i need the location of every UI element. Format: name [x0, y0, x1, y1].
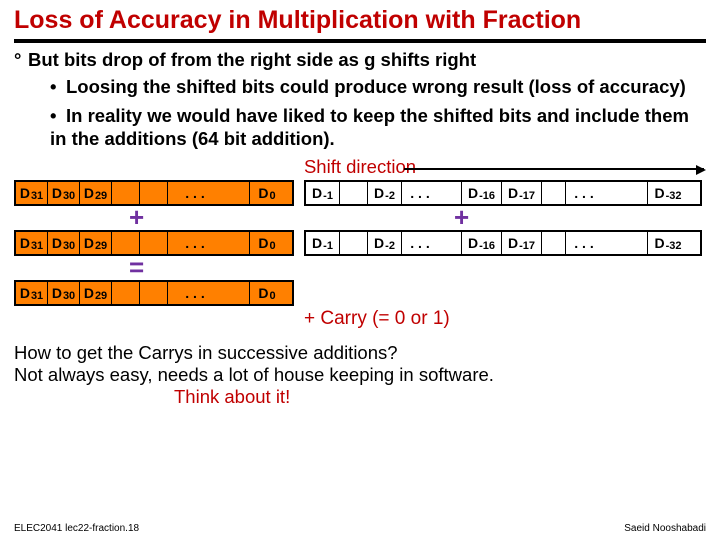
bullet-level1: °But bits drop of from the right side as… [14, 49, 706, 71]
b1-underline: g [364, 49, 375, 70]
footer-right: Saeid Nooshabadi [624, 523, 706, 534]
reg-upper-2: D31 D30 D29 . . . D0 [14, 230, 294, 256]
reg-upper-3: D31 D30 D29 . . . D0 [14, 280, 294, 306]
reg-frac-1: D-1 D-2 . . . D-16 D-17 . . . D-32 [304, 180, 702, 206]
equals-icon: = [129, 252, 144, 283]
plus-left-icon: + [129, 202, 144, 233]
row-1: D31 D30 D29 . . . D0 D-1 D-2 . . . D-16 … [14, 180, 702, 206]
slide-body: °But bits drop of from the right side as… [0, 49, 720, 340]
degree-bullet: ° [14, 49, 28, 71]
b2b-text: In reality we would have liked to keep t… [50, 105, 689, 149]
plus-right-icon: + [454, 202, 469, 233]
think-about-it: Think about it! [174, 386, 290, 407]
shift-direction-label: Shift direction [14, 156, 706, 178]
b1-post: shifts right [375, 49, 476, 70]
shift-direction-text: Shift direction [304, 156, 416, 177]
dot-bullet: • [50, 75, 66, 98]
carry-label: + Carry (= 0 or 1) [304, 308, 450, 330]
reg-upper-1: D31 D30 D29 . . . D0 [14, 180, 294, 206]
slide-title: Loss of Accuracy in Multiplication with … [0, 0, 720, 39]
title-underline [14, 39, 706, 43]
bullet-level2-a: •Loosing the shifted bits could produce … [50, 75, 706, 98]
bullet-level2-b: •In reality we would have liked to keep … [50, 104, 706, 150]
b1-pre: But bits drop of from the right side as [28, 49, 364, 70]
register-diagram: D31 D30 D29 . . . D0 D-1 D-2 . . . D-16 … [14, 180, 706, 340]
dot-bullet: • [50, 104, 66, 127]
bottom-questions: How to get the Carrys in successive addi… [0, 340, 720, 408]
reg-frac-2: D-1 D-2 . . . D-16 D-17 . . . D-32 [304, 230, 702, 256]
b2a-text: Loosing the shifted bits could produce w… [66, 76, 686, 97]
q2-line: Not always easy, needs a lot of house ke… [14, 364, 706, 386]
footer-left: ELEC2041 lec22-fraction.18 [14, 523, 139, 534]
arrow-icon [404, 168, 704, 170]
q1: How to get the Carrys in successive addi… [14, 342, 706, 364]
row-3: D31 D30 D29 . . . D0 [14, 280, 294, 306]
row-2: D31 D30 D29 . . . D0 D-1 D-2 . . . D-16 … [14, 230, 702, 256]
q2: Not always easy, needs a lot of house ke… [14, 364, 494, 385]
